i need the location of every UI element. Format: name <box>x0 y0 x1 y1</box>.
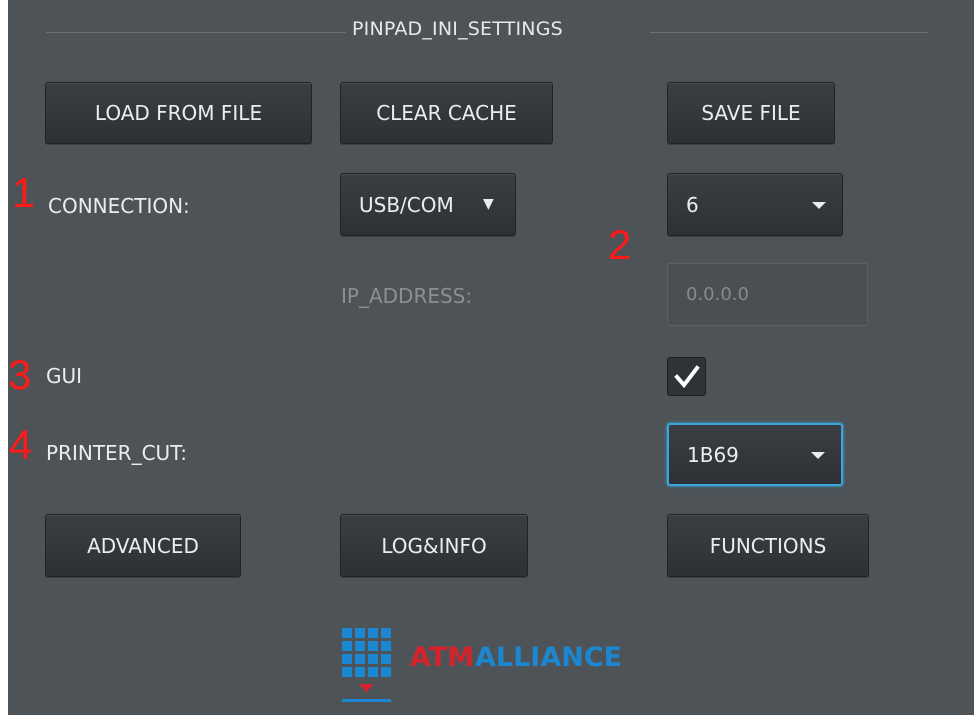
checkmark-icon <box>673 364 700 388</box>
marker-1: 1 <box>12 169 36 216</box>
group-border-right <box>650 32 928 33</box>
marker-2: 2 <box>608 221 632 268</box>
atm-alliance-logo: ATM ALLIANCE <box>340 628 650 703</box>
printer-cut-select[interactable]: 1B69 <box>667 423 843 486</box>
load-from-file-button[interactable]: LOAD FROM FILE <box>45 82 312 144</box>
printer-cut-label: PRINTER_CUT: <box>46 441 187 465</box>
dropdown-arrow-icon <box>812 201 826 209</box>
ip-address-value: 0.0.0.0 <box>686 284 749 305</box>
connection-type-value: USB/COM <box>359 192 454 217</box>
gui-checkbox[interactable] <box>667 357 706 396</box>
marker-3: 3 <box>8 351 32 398</box>
printer-cut-value: 1B69 <box>687 442 739 467</box>
dropdown-arrow-icon: ▼ <box>483 196 494 212</box>
connection-label: CONNECTION: <box>48 194 190 218</box>
group-title: PINPAD_INI_SETTINGS <box>349 18 566 40</box>
log-info-button[interactable]: LOG&INFO <box>340 514 528 577</box>
gui-label: GUI <box>46 364 83 388</box>
ip-address-label: IP_ADDRESS: <box>341 284 473 308</box>
advanced-button[interactable]: ADVANCED <box>45 514 241 577</box>
functions-button[interactable]: FUNCTIONS <box>667 514 869 577</box>
save-file-button[interactable]: SAVE FILE <box>667 82 835 144</box>
group-border-left <box>46 32 346 33</box>
port-value: 6 <box>686 192 699 217</box>
marker-4: 4 <box>9 421 33 468</box>
ip-address-input[interactable]: 0.0.0.0 <box>667 263 868 326</box>
clear-cache-button[interactable]: CLEAR CACHE <box>340 82 553 144</box>
atm-alliance-logo-icon <box>342 628 391 702</box>
connection-type-select[interactable]: USB/COM ▼ <box>340 173 516 236</box>
logo-word-alliance: ALLIANCE <box>475 642 623 673</box>
logo-word-atm: ATM <box>410 642 475 673</box>
port-select[interactable]: 6 <box>667 173 843 236</box>
dropdown-arrow-icon <box>811 451 825 459</box>
